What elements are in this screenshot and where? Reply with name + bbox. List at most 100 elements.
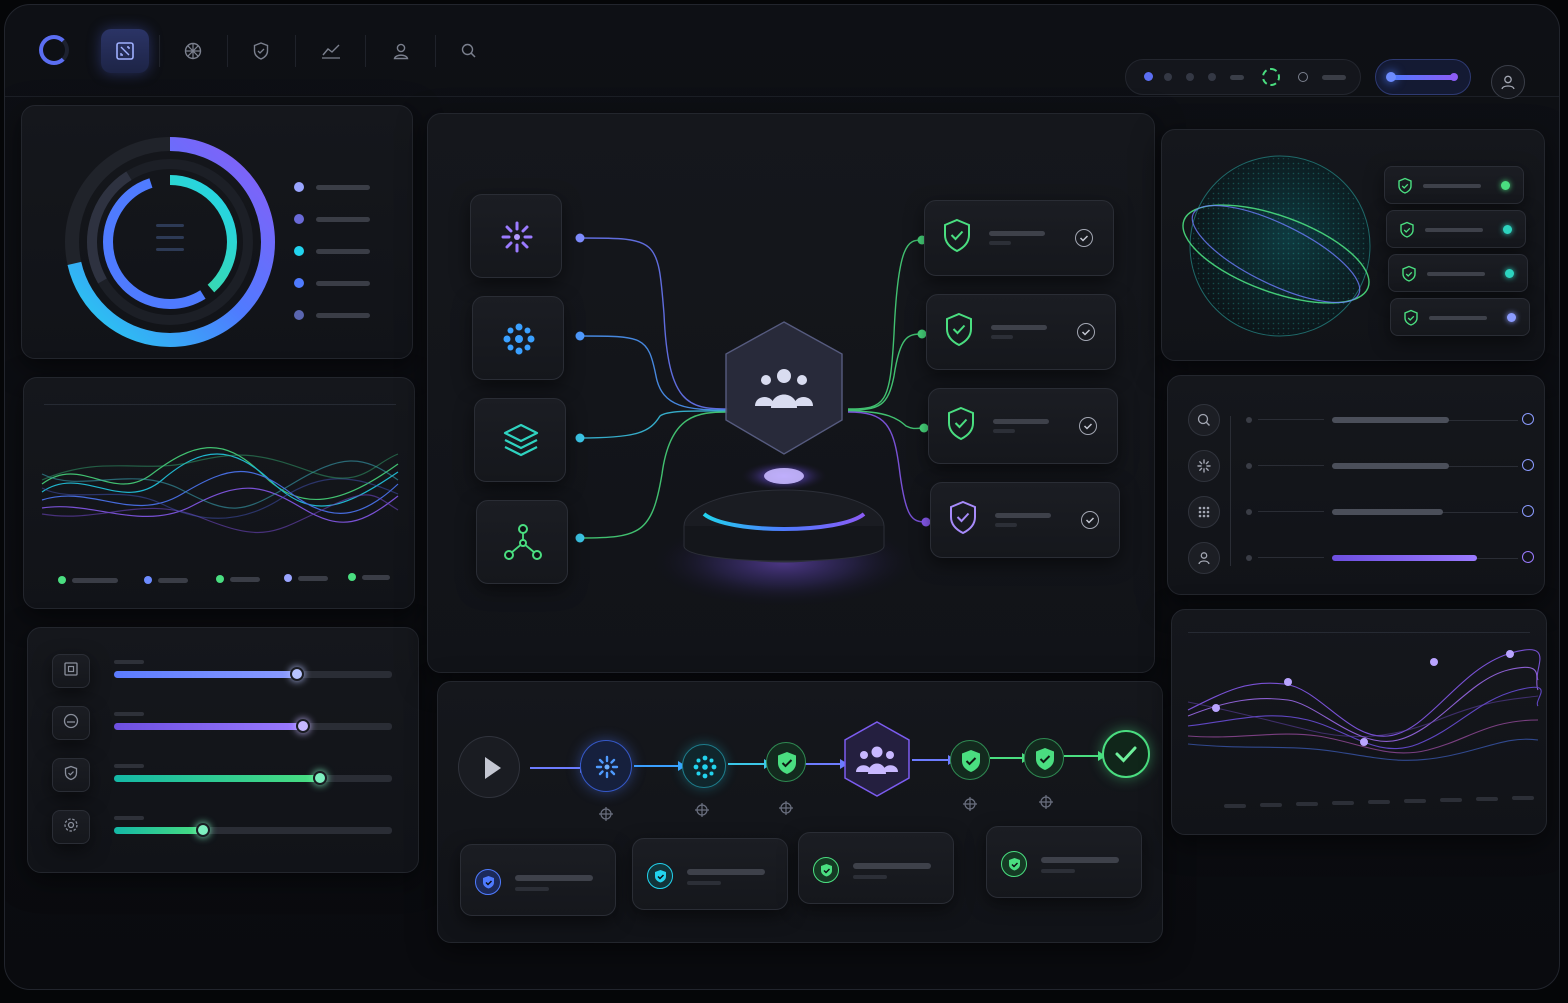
legend-label — [158, 578, 188, 583]
trend-chart-card — [1171, 609, 1547, 835]
pipeline-step-team[interactable] — [842, 720, 912, 798]
slider-handle[interactable] — [296, 719, 310, 733]
legend-dot — [294, 310, 304, 320]
donut-chart — [65, 137, 275, 347]
result-card[interactable] — [986, 826, 1142, 898]
check-circle-icon — [1075, 229, 1093, 247]
throughput-slider[interactable] — [1375, 59, 1471, 95]
search-icon[interactable] — [445, 29, 493, 73]
status-list-item[interactable] — [1390, 298, 1530, 336]
status-list-item[interactable] — [1384, 166, 1524, 204]
shield-icon[interactable] — [237, 29, 285, 73]
task-icon-button[interactable] — [1188, 542, 1220, 574]
analytics-chart-icon[interactable] — [307, 29, 355, 73]
task-icon-button[interactable] — [1188, 404, 1220, 436]
task-status-ring[interactable] — [1522, 505, 1534, 517]
shield-toggle[interactable] — [52, 758, 90, 792]
task-status-ring[interactable] — [1522, 459, 1534, 471]
target-tile[interactable] — [930, 482, 1120, 558]
result-card[interactable] — [798, 832, 954, 904]
pipeline-complete[interactable] — [1102, 730, 1150, 778]
task-icon-button[interactable] — [1188, 450, 1220, 482]
source-tile-cluster[interactable] — [472, 296, 564, 380]
layers-icon — [503, 423, 539, 457]
nav-divider — [435, 35, 436, 67]
shield-check-icon — [962, 750, 980, 772]
target-tile[interactable] — [924, 200, 1114, 276]
slider-handle[interactable] — [313, 771, 327, 785]
pipeline-step-shield[interactable] — [766, 742, 806, 782]
pipeline-step-cluster[interactable] — [682, 744, 726, 788]
pipeline-step-burst[interactable] — [580, 740, 632, 792]
play-icon — [485, 757, 501, 779]
gauge-icon — [62, 712, 80, 734]
legend-dot — [284, 574, 292, 582]
slider-handle[interactable] — [1450, 73, 1458, 81]
timeline-node — [1246, 509, 1252, 515]
legend-label — [316, 217, 370, 222]
scan-toggle[interactable] — [52, 654, 90, 688]
trend-point[interactable] — [1212, 704, 1220, 712]
donut-center-line — [156, 236, 184, 239]
gear-toggle[interactable] — [52, 810, 90, 844]
nav-divider — [159, 35, 160, 67]
gear-icon — [62, 816, 80, 838]
task-icon-button[interactable] — [1188, 496, 1220, 528]
source-tile-layers[interactable] — [474, 398, 566, 482]
result-card[interactable] — [632, 838, 788, 910]
connector-node — [575, 331, 585, 341]
legend-label — [316, 281, 370, 286]
dots-cluster-icon — [503, 323, 535, 355]
timeline-node — [1246, 463, 1252, 469]
waveform-chart — [41, 447, 399, 534]
target-tile[interactable] — [926, 294, 1116, 370]
pipeline-step-shield[interactable] — [950, 740, 990, 780]
shield-check-icon — [1001, 851, 1027, 877]
target-tile[interactable] — [928, 388, 1118, 464]
waveform-card — [23, 377, 415, 609]
slider-handle[interactable] — [290, 667, 304, 681]
result-card[interactable] — [460, 844, 616, 916]
user-icon[interactable] — [377, 29, 425, 73]
shield-check-icon — [778, 752, 796, 774]
connector-node — [575, 233, 585, 243]
pipeline-step-shield[interactable] — [1024, 738, 1064, 778]
shield-check-icon — [946, 312, 972, 347]
source-tile-burst[interactable] — [470, 194, 562, 278]
trend-point[interactable] — [1430, 658, 1438, 666]
network-icon[interactable] — [169, 29, 217, 73]
axis-tick-label — [1440, 798, 1462, 802]
collapse-icon[interactable] — [101, 29, 149, 73]
task-timeline — [1230, 416, 1231, 566]
hub-hexagon[interactable] — [725, 321, 843, 455]
axis-tick-label — [1332, 801, 1354, 805]
play-button[interactable] — [458, 736, 520, 798]
trend-point[interactable] — [1506, 650, 1514, 658]
source-tile-network[interactable] — [476, 500, 568, 584]
ring-logo-icon[interactable] — [39, 35, 69, 65]
shield-check-icon — [475, 869, 501, 895]
user-avatar-icon[interactable] — [1491, 65, 1525, 99]
status-indicator — [1322, 75, 1346, 80]
shield-check-icon — [647, 863, 673, 889]
task-status-ring[interactable] — [1522, 413, 1534, 425]
task-connector — [1258, 557, 1324, 558]
status-list-item[interactable] — [1386, 210, 1526, 248]
trend-point[interactable] — [1284, 678, 1292, 686]
system-status-pill[interactable] — [1125, 59, 1361, 95]
status-label — [1427, 272, 1485, 276]
slider-fill — [114, 775, 320, 782]
team-icon — [844, 721, 910, 797]
trend-point[interactable] — [1360, 738, 1368, 746]
donut-center-line — [156, 224, 184, 227]
legend-label — [230, 577, 260, 582]
slider-handle[interactable] — [196, 823, 210, 837]
task-status-ring[interactable] — [1522, 551, 1534, 563]
slider-handle[interactable] — [1386, 72, 1396, 82]
gauge-toggle[interactable] — [52, 706, 90, 740]
legend-dot — [58, 576, 66, 584]
status-dot — [1186, 73, 1194, 81]
task-connector — [1258, 419, 1324, 420]
status-list-item[interactable] — [1388, 254, 1528, 292]
legend-label — [72, 578, 118, 583]
